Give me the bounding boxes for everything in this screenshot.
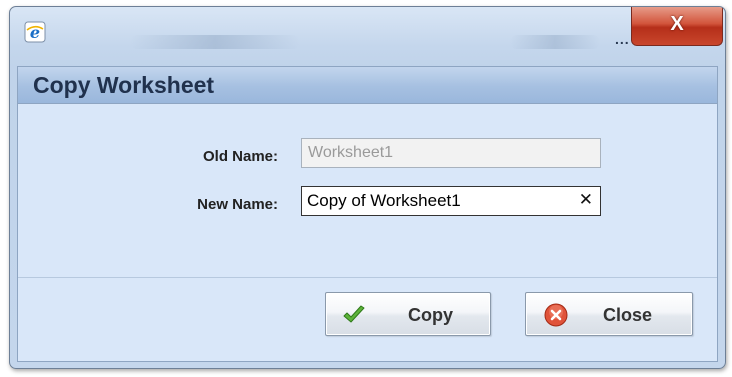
title-overflow-ellipsis: ... [615,31,630,47]
close-button[interactable]: Close [525,292,693,336]
internet-explorer-icon: e [24,21,46,43]
svg-text:e: e [30,23,40,42]
checkmark-icon [342,303,366,327]
old-name-label: Old Name: [202,148,278,165]
close-button-label: Close [603,305,653,325]
red-circle-x-icon [544,303,568,327]
window-close-button[interactable]: X [631,7,723,46]
new-name-field[interactable] [302,187,572,215]
dialog-footer: Copy Close [18,278,717,361]
dialog-title: Copy Worksheet [33,72,215,98]
old-name-field [301,138,601,168]
clear-icon[interactable]: ✕ [579,190,593,210]
copy-button-label: Copy [408,305,453,325]
dialog-content: Copy Worksheet Old Name: New Name: ✕ Cop… [17,66,718,362]
new-name-label: New Name: [197,196,278,213]
new-name-field-wrapper: ✕ [301,186,601,216]
dialog-header: Copy Worksheet [18,67,717,104]
window-title-obscured [130,35,300,49]
window-titlebar[interactable]: e ... X [10,7,725,65]
dialog-window: e ... X Copy Worksheet Old Name: New Nam… [9,6,726,369]
window-url-obscured [510,35,600,49]
copy-button[interactable]: Copy [325,292,491,336]
form-area: Old Name: New Name: ✕ [18,104,717,278]
